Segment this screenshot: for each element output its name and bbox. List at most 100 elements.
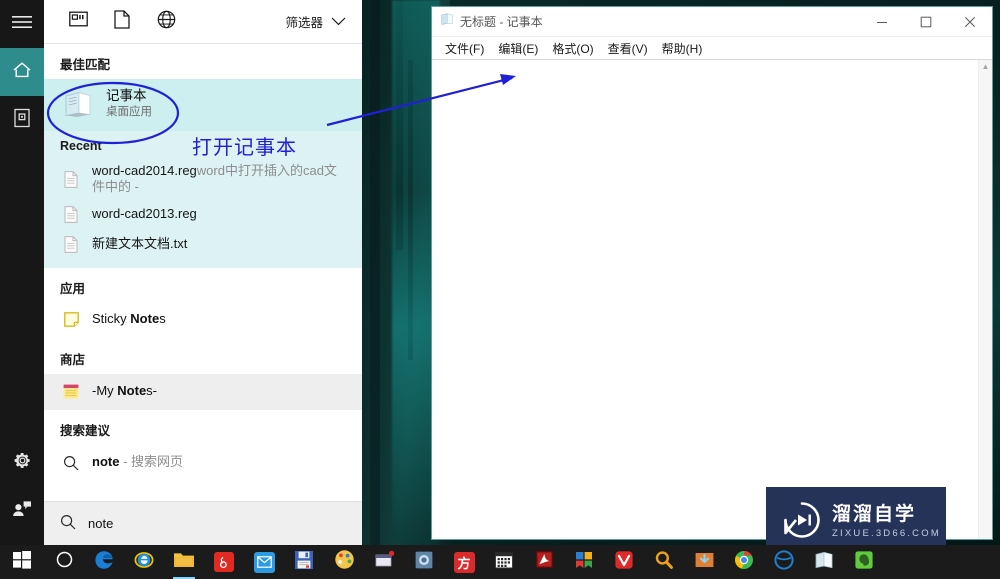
person-icon: [12, 500, 32, 522]
taskbar-item-mail[interactable]: [244, 545, 284, 579]
best-match-title: 记事本: [106, 88, 147, 104]
minimize-button[interactable]: [860, 7, 904, 37]
sidebar-item-people[interactable]: [0, 487, 44, 535]
taskbar-item-downloads[interactable]: [684, 545, 724, 579]
taskbar-item-edge[interactable]: [84, 545, 124, 579]
notepad-titlebar[interactable]: 无标题 - 记事本: [432, 7, 992, 37]
search-input-value: note: [88, 516, 114, 531]
sidebar-item-home[interactable]: [0, 48, 44, 96]
menu-format[interactable]: 格式(O): [545, 40, 600, 57]
list-item[interactable]: word-cad2013.reg: [44, 200, 362, 230]
taskbar-item-everything-search[interactable]: [644, 545, 684, 579]
pdf-icon: [535, 550, 554, 574]
list-item-label: Sticky Notes: [92, 311, 166, 327]
taskbar-item-sticky-notes[interactable]: [364, 545, 404, 579]
floppy-icon: [294, 550, 314, 575]
scroll-up-icon[interactable]: ▲: [982, 62, 990, 71]
taskbar-item-browser-blue[interactable]: [764, 545, 804, 579]
taskbar-item-notepad[interactable]: [804, 545, 844, 579]
notepad-window[interactable]: 无标题 - 记事本 文件(F) 编辑(E) 格式(O) 查看(V) 帮助(H) …: [431, 6, 993, 540]
taskbar-item-founder[interactable]: 方: [444, 545, 484, 579]
list-item[interactable]: -My Notes-: [44, 373, 362, 410]
filter-dropdown[interactable]: 筛选器: [285, 12, 348, 31]
circle-icon: [56, 551, 73, 573]
search-icon: [60, 514, 76, 533]
folder-icon: [173, 550, 195, 574]
maximize-button[interactable]: [904, 7, 948, 37]
web-filter-button[interactable]: [148, 4, 184, 40]
list-item[interactable]: Sticky Notes: [44, 303, 362, 339]
window-controls[interactable]: [860, 7, 992, 37]
taskbar-item-internet-explorer[interactable]: [124, 545, 164, 579]
taskbar-item-paint[interactable]: [324, 545, 364, 579]
cortana-button[interactable]: [44, 545, 84, 579]
list-item-label: word-cad2013.reg: [92, 206, 197, 222]
edge-icon: [93, 549, 115, 576]
list-item-label: -My Notes-: [92, 383, 157, 399]
list-item[interactable]: word-cad2014.regword中打开插入的cad文件中的 -: [44, 159, 362, 200]
taskbar-item-evernote[interactable]: [844, 545, 884, 579]
taskbar-item-chrome[interactable]: [724, 545, 764, 579]
apps-filter-button[interactable]: [60, 4, 96, 40]
taskbar-item-netease-music[interactable]: [204, 545, 244, 579]
list-item-label: 新建文本文档.txt: [92, 236, 188, 252]
menu-view[interactable]: 查看(V): [601, 40, 655, 57]
taskbar-item-vivaldi[interactable]: [604, 545, 644, 579]
play-logo-icon: [782, 500, 822, 545]
filter-label: 筛选器: [285, 16, 323, 30]
sidebar-item-settings[interactable]: [0, 439, 44, 487]
menu-help[interactable]: 帮助(H): [655, 40, 710, 57]
evernote-icon: [854, 550, 874, 575]
store-heading: 商店: [60, 352, 86, 367]
store-name-prefix: -My: [92, 383, 118, 399]
notepad-icon: [814, 551, 834, 574]
store-name-match: Note: [117, 383, 147, 399]
ie-icon: [133, 549, 155, 576]
taskbar[interactable]: 方: [0, 545, 1000, 579]
close-button[interactable]: [948, 7, 992, 37]
start-menu-toolbar[interactable]: 筛选器: [44, 0, 362, 44]
start-button[interactable]: [0, 545, 44, 579]
best-match-item[interactable]: 记事本 桌面应用: [44, 79, 362, 131]
taskbar-item-office[interactable]: [564, 545, 604, 579]
palette-icon: [334, 549, 355, 575]
taskbar-item-screenshot-tool[interactable]: [404, 545, 444, 579]
taskbar-item-calendar[interactable]: [484, 545, 524, 579]
capture-icon: [414, 550, 434, 575]
search-suggestions-section: 搜索建议 note - 搜索网页: [44, 409, 362, 481]
list-item[interactable]: 新建文本文档.txt: [44, 230, 362, 260]
vertical-scrollbar[interactable]: ▲: [978, 60, 992, 539]
store-section: 商店 -My Notes-: [44, 338, 362, 410]
file-icon: [60, 168, 82, 190]
notepad-icon: [440, 12, 454, 31]
start-menu[interactable]: 筛选器 最佳匹配 记事本 桌面应用 Recent word-cad2014.re…: [0, 0, 362, 545]
start-menu-results: 最佳匹配 记事本 桌面应用 Recent word-cad2014.regwor…: [44, 44, 362, 501]
sticky-notes-icon: [60, 309, 82, 331]
globe-icon: [157, 10, 176, 34]
app-name-prefix: Sticky: [92, 311, 131, 327]
start-menu-rail[interactable]: [0, 0, 44, 545]
note-icon: [374, 550, 395, 574]
notepad-menubar[interactable]: 文件(F) 编辑(E) 格式(O) 查看(V) 帮助(H): [432, 37, 992, 59]
list-item[interactable]: note - 搜索网页: [44, 445, 362, 481]
app-name-suffix: s: [159, 311, 166, 327]
file-icon: [114, 9, 130, 34]
annotation-label: 打开记事本: [192, 137, 297, 159]
close-icon: [965, 16, 975, 27]
chevron-down-icon: [331, 15, 346, 29]
document-icon: [13, 108, 31, 133]
taskbar-item-file-explorer[interactable]: [164, 545, 204, 579]
start-menu-panel: 筛选器 最佳匹配 记事本 桌面应用 Recent word-cad2014.re…: [44, 0, 362, 545]
menu-edit[interactable]: 编辑(E): [491, 40, 545, 57]
search-input[interactable]: note: [44, 501, 362, 545]
download-icon: [694, 550, 715, 575]
suggestions-heading: 搜索建议: [60, 423, 111, 438]
menu-file[interactable]: 文件(F): [438, 40, 491, 57]
sidebar-item-hamburger[interactable]: [0, 0, 44, 48]
taskbar-item-save-app[interactable]: [284, 545, 324, 579]
notepad-text-area[interactable]: [432, 60, 978, 539]
taskbar-item-acrobat-reader[interactable]: [524, 545, 564, 579]
sidebar-item-documents[interactable]: [0, 96, 44, 144]
documents-filter-button[interactable]: [104, 4, 140, 40]
music-icon: [214, 552, 234, 572]
